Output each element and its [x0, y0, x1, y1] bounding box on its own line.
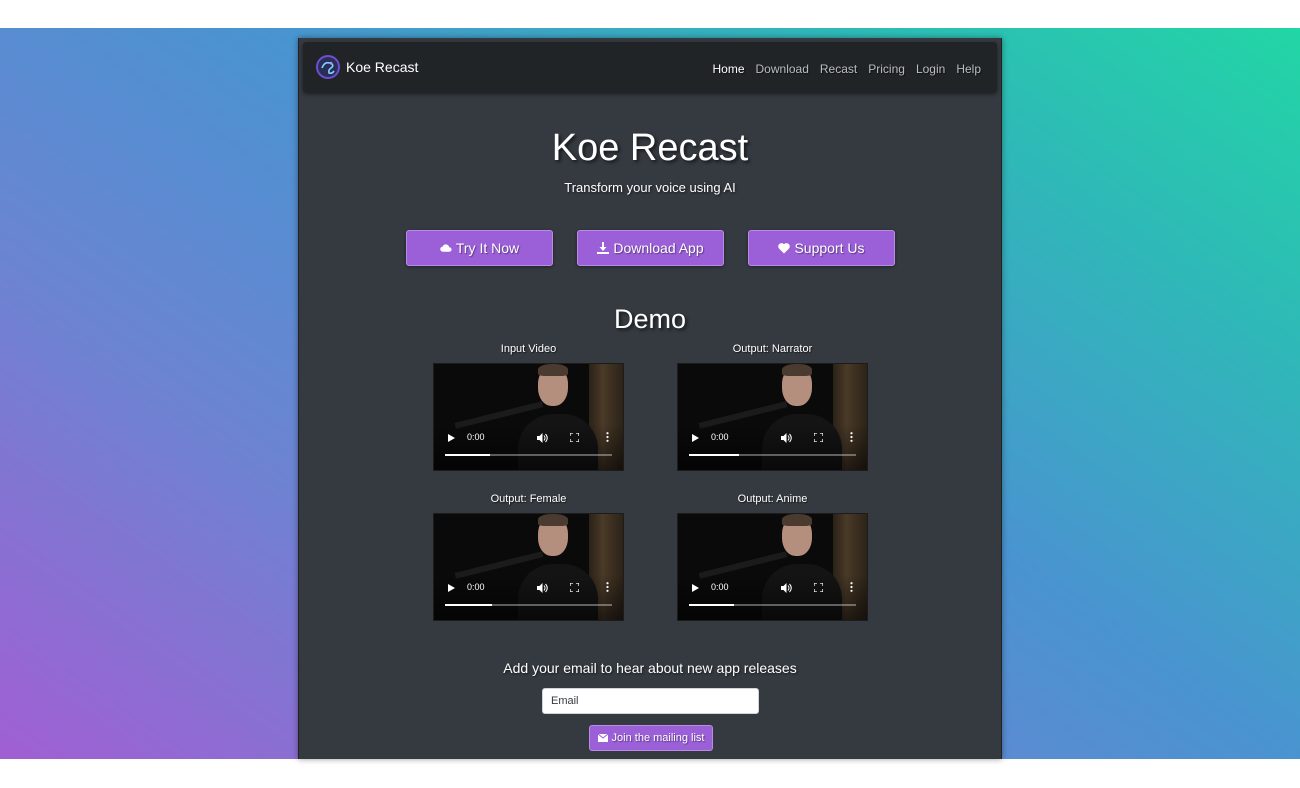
hero-subtitle: Transform your voice using AI: [564, 180, 736, 195]
join-mailing-list-label: Join the mailing list: [611, 732, 705, 744]
heart-icon: [778, 243, 791, 254]
more-options-icon[interactable]: [850, 432, 853, 442]
download-app-label: Download App: [613, 240, 704, 256]
brand-name: Koe Recast: [346, 59, 419, 75]
video-caption: Output: Anime: [737, 493, 808, 505]
video-time: 0:00: [711, 432, 729, 442]
main-panel: Koe Recast Home Download Recast Pricing …: [298, 38, 1002, 759]
progress-track[interactable]: [445, 454, 612, 456]
download-icon: [597, 242, 610, 254]
email-input[interactable]: [542, 688, 759, 714]
koe-logo-icon: [316, 55, 340, 79]
join-mailing-list-button[interactable]: Join the mailing list: [589, 725, 713, 751]
nav-menu: Home Download Recast Pricing Login Help: [702, 62, 982, 76]
volume-icon[interactable]: [781, 583, 792, 593]
video-player[interactable]: 0:00: [677, 513, 868, 621]
support-us-label: Support Us: [794, 240, 865, 256]
video-player[interactable]: 0:00: [433, 363, 624, 471]
progress-fill: [689, 454, 740, 456]
nav-login[interactable]: Login: [916, 62, 945, 76]
download-app-button[interactable]: Download App: [577, 230, 724, 266]
nav-help[interactable]: Help: [956, 62, 981, 76]
hero-title: Koe Recast: [551, 127, 749, 169]
envelope-icon: [597, 734, 608, 742]
video-controls: [678, 424, 867, 470]
cloud-icon: [440, 244, 452, 252]
more-options-icon[interactable]: [606, 432, 609, 442]
navbar: Koe Recast Home Download Recast Pricing …: [303, 42, 997, 92]
fullscreen-icon[interactable]: [814, 433, 823, 442]
video-female: Output: Female 0:00: [433, 493, 624, 621]
demo-title: Demo: [613, 304, 687, 334]
video-player[interactable]: 0:00: [677, 363, 868, 471]
video-narrator: Output: Narrator 0:00: [677, 343, 868, 471]
play-icon[interactable]: [448, 434, 455, 442]
fullscreen-icon[interactable]: [814, 583, 823, 592]
progress-fill: [445, 454, 491, 456]
nav-home[interactable]: Home: [713, 62, 745, 76]
mailing-list-heading: Add your email to hear about new app rel…: [503, 660, 797, 676]
video-caption: Output: Female: [490, 493, 567, 505]
more-options-icon[interactable]: [850, 582, 853, 592]
video-controls: [434, 424, 623, 470]
progress-fill: [445, 604, 492, 606]
progress-track[interactable]: [445, 604, 612, 606]
video-input: Input Video 0:00: [433, 343, 624, 471]
progress-track[interactable]: [689, 454, 856, 456]
nav-recast[interactable]: Recast: [820, 62, 857, 76]
brand[interactable]: Koe Recast: [315, 54, 418, 80]
nav-download[interactable]: Download: [756, 62, 809, 76]
volume-icon[interactable]: [537, 583, 548, 593]
progress-fill: [689, 604, 735, 606]
video-controls: [678, 574, 867, 620]
fullscreen-icon[interactable]: [570, 583, 579, 592]
video-time: 0:00: [467, 432, 485, 442]
nav-pricing[interactable]: Pricing: [868, 62, 905, 76]
video-caption: Input Video: [500, 343, 557, 355]
video-time: 0:00: [467, 582, 485, 592]
try-it-now-label: Try It Now: [455, 240, 520, 256]
video-anime: Output: Anime 0:00: [677, 493, 868, 621]
volume-icon[interactable]: [781, 433, 792, 443]
volume-icon[interactable]: [537, 433, 548, 443]
try-it-now-button[interactable]: Try It Now: [406, 230, 553, 266]
more-options-icon[interactable]: [606, 582, 609, 592]
play-icon[interactable]: [692, 434, 699, 442]
play-icon[interactable]: [692, 584, 699, 592]
progress-track[interactable]: [689, 604, 856, 606]
video-time: 0:00: [711, 582, 729, 592]
support-us-button[interactable]: Support Us: [748, 230, 895, 266]
video-caption: Output: Narrator: [732, 343, 813, 355]
play-icon[interactable]: [448, 584, 455, 592]
action-buttons: Try It Now Download App Support Us: [406, 230, 919, 266]
fullscreen-icon[interactable]: [570, 433, 579, 442]
video-controls: [434, 574, 623, 620]
video-player[interactable]: 0:00: [433, 513, 624, 621]
